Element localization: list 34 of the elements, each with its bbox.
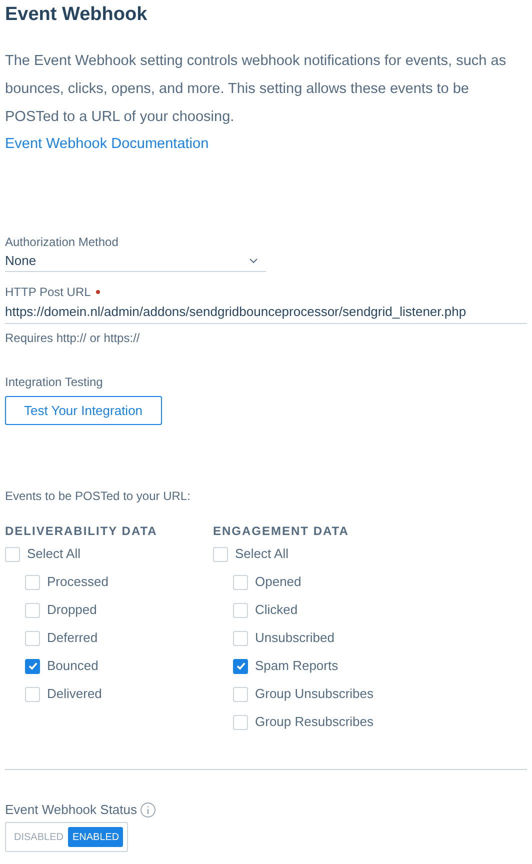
checkbox[interactable] bbox=[233, 658, 248, 674]
toggle-option[interactable]: ENABLED bbox=[68, 827, 124, 847]
test-integration-button[interactable]: Test Your Integration bbox=[5, 396, 162, 425]
help-text: Requires http:// or https:// bbox=[5, 330, 141, 346]
authorization-select[interactable]: None bbox=[5, 250, 266, 272]
checkbox[interactable] bbox=[25, 658, 40, 674]
field-label: Integration Testing bbox=[5, 374, 104, 390]
section-label: Events to be POSTed to your URL: bbox=[5, 488, 192, 504]
checkbox-label: Spam Reports bbox=[255, 657, 338, 676]
checkbox-label: Bounced bbox=[47, 657, 98, 676]
checkbox-label: Processed bbox=[47, 573, 108, 592]
checkbox-label: Clicked bbox=[255, 601, 298, 620]
page-title: Event Webhook bbox=[5, 3, 148, 27]
field-label: HTTP Post URL bbox=[5, 284, 91, 300]
checkbox-label: Deferred bbox=[47, 629, 98, 648]
checkmark-icon bbox=[236, 661, 246, 671]
checkbox-label: Select All bbox=[235, 545, 288, 564]
field-label: Event Webhook Status bbox=[5, 801, 138, 819]
checkbox-label: Opened bbox=[255, 573, 302, 592]
group-heading: ENGAGEMENT DATA bbox=[213, 523, 350, 539]
description: The Event Webhook setting controls webhook notifications for events, such as bounces, clicks, opens, and more. This setting allows these events to be POSTed to a URL of your choosing. bbox=[5, 52, 508, 127]
url-field[interactable]: https://domein.nl/admin/addons/sendgridbounceprocessor/sendgrid_listener.php bbox=[5, 300, 527, 324]
checkbox-label: Dropped bbox=[47, 601, 97, 620]
checkmark-icon bbox=[28, 661, 38, 671]
checkbox-label: Group Resubscribes bbox=[255, 713, 374, 732]
group-heading: DELIVERABILITY DATA bbox=[5, 523, 158, 539]
checkbox-label: Select All bbox=[27, 545, 80, 564]
field-label: Authorization Method bbox=[5, 234, 120, 250]
checkbox-label: Unsubscribed bbox=[255, 629, 334, 648]
checkbox-label: Group Unsubscribes bbox=[255, 685, 374, 704]
checkbox-label: Delivered bbox=[47, 685, 102, 704]
info-icon bbox=[140, 802, 156, 818]
chevron-down-icon bbox=[249, 258, 258, 264]
documentation-link[interactable]: Event Webhook Documentation bbox=[5, 132, 527, 156]
